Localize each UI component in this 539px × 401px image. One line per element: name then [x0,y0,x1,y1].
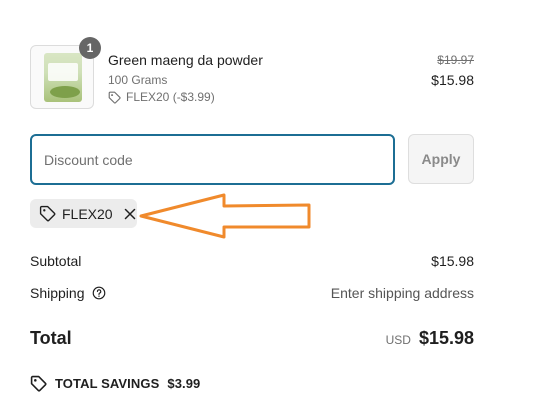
subtotal-label: Subtotal [30,253,82,269]
product-thumbnail: 1 [30,37,101,109]
quantity-badge: 1 [79,37,101,59]
item-discount-label: FLEX20 (-$3.99) [126,90,215,104]
tag-icon [30,375,47,392]
total-label: Total [30,328,72,348]
shipping-row: Shipping Enter shipping address [30,285,474,301]
help-circle-icon[interactable] [92,286,106,300]
item-original-price: $19.97 [437,53,474,67]
discount-code-input[interactable] [30,134,395,185]
product-image-label [48,63,78,81]
item-name: Green maeng da powder [108,52,263,68]
shipping-value: Enter shipping address [330,285,474,301]
remove-code-button[interactable] [123,207,137,221]
currency-code: USD [385,333,411,347]
total-amount-group: USD $15.98 [386,328,474,349]
item-variant: 100 Grams [108,73,168,87]
product-image-powder [50,86,80,98]
shipping-label-group: Shipping [30,285,106,301]
total-savings: TOTAL SAVINGS $3.99 [30,375,200,392]
tag-icon [39,205,56,222]
total-row: Total USD $15.98 [30,328,474,349]
subtotal-row: Subtotal $15.98 [30,253,474,269]
applied-code-label: FLEX20 [62,205,113,222]
total-value: $15.98 [418,328,474,348]
total-savings-label: TOTAL SAVINGS [55,376,160,391]
total-savings-value: $3.99 [167,376,201,391]
line-item: 1 Green maeng da powder 100 Grams FLEX20… [30,37,474,110]
annotation-arrow [139,193,311,239]
product-image [44,53,82,102]
close-icon [124,208,135,219]
subtotal-value: $15.98 [431,253,474,269]
item-discount: FLEX20 (-$3.99) [108,90,215,104]
apply-button[interactable]: Apply [408,134,474,184]
shipping-label: Shipping [30,285,85,301]
item-price: $15.98 [431,72,474,88]
applied-code-chip: FLEX20 [30,199,137,228]
tag-icon [108,91,121,104]
